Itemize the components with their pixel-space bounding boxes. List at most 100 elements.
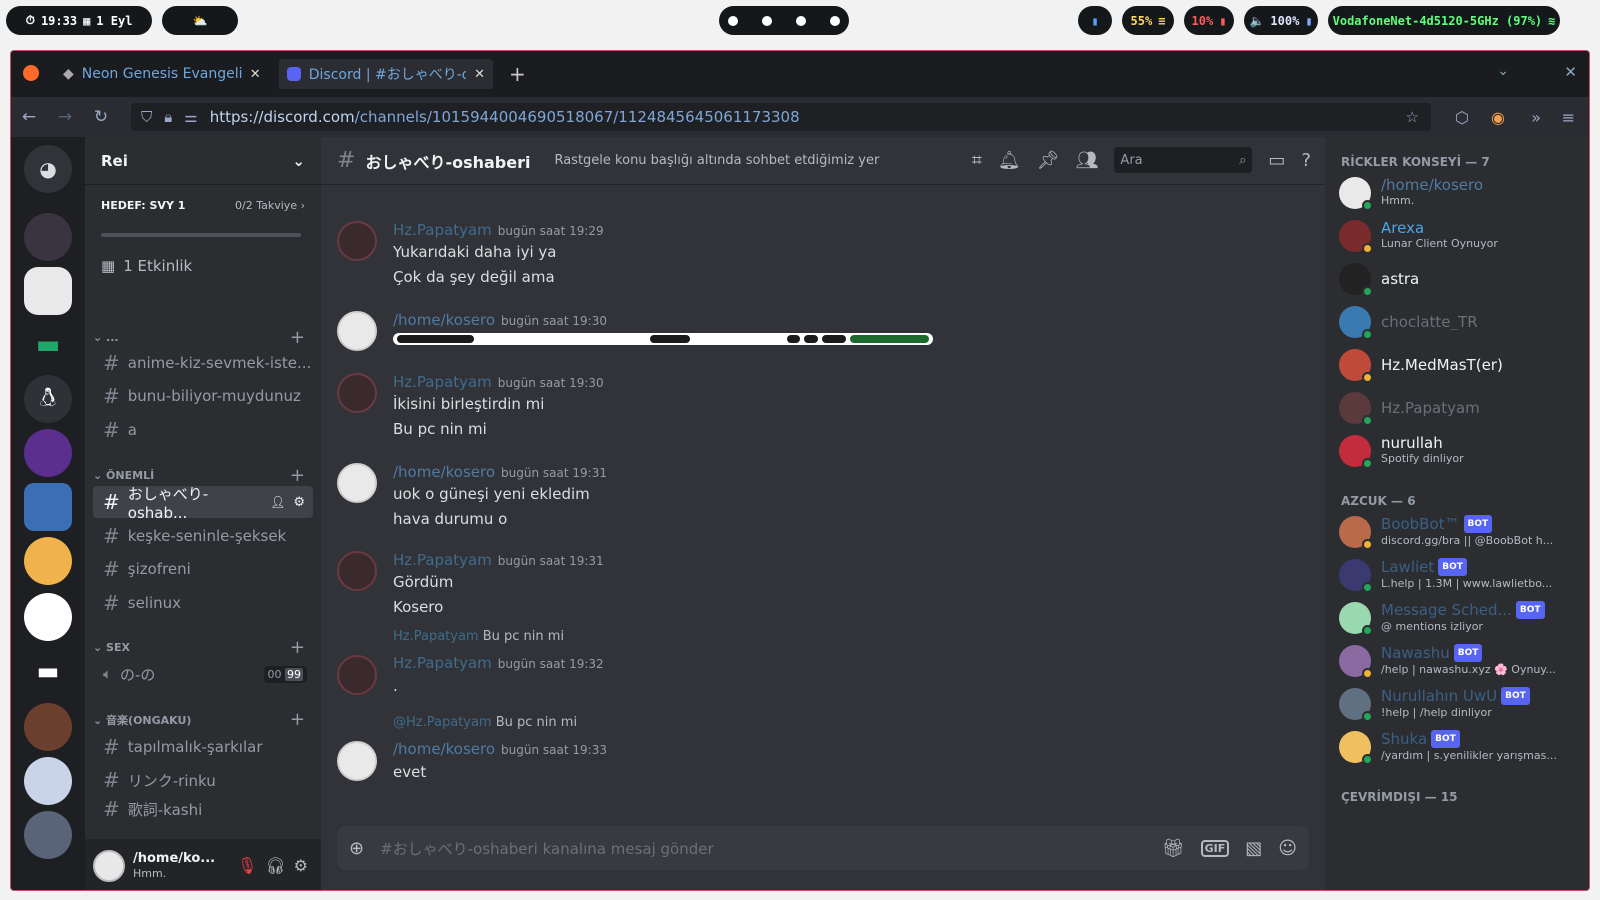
message-author[interactable]: Hz.Papatyam: [393, 654, 492, 672]
help-icon[interactable]: ?: [1301, 150, 1311, 171]
bookmark-star-icon[interactable]: ☆: [1406, 108, 1419, 126]
message-author[interactable]: /home/kosero: [393, 311, 495, 329]
server-rainbow-icon[interactable]: [24, 537, 72, 585]
forward-arrow-icon[interactable]: →: [47, 107, 83, 127]
mute-mic-icon[interactable]: 🎙︎: [237, 856, 257, 875]
discord-home-icon[interactable]: ◕: [24, 145, 72, 193]
category-sex[interactable]: ⌄ SEX +: [93, 637, 305, 658]
server-purple-icon[interactable]: [24, 429, 72, 477]
new-tab-plus-icon[interactable]: +: [509, 62, 526, 86]
screenshot-attachment[interactable]: [393, 333, 933, 345]
bell-icon[interactable]: 🔔︎: [998, 150, 1021, 171]
workspace-dot[interactable]: [830, 15, 840, 26]
server-q-icon[interactable]: [24, 593, 72, 641]
extensions-icon[interactable]: ⬡: [1455, 108, 1469, 127]
reply-preview[interactable]: Hz.Papatyam Bu pc nin mi: [393, 629, 564, 644]
channel-rinku[interactable]: # リンク-rinku: [93, 764, 313, 796]
member-item[interactable]: Hz.MedMasT(er): [1339, 345, 1579, 385]
gif-button[interactable]: GIF: [1200, 839, 1230, 857]
message[interactable]: Hz.Papatyam bugün saat 19:30 İkisini birl…: [337, 373, 1297, 443]
channel-selinux[interactable]: # selinux: [93, 587, 313, 619]
channel-sizofreni[interactable]: # şizofreni: [93, 553, 313, 585]
server-dark-anime-icon[interactable]: [24, 811, 72, 859]
chevron-down-icon[interactable]: ⌄: [292, 152, 305, 170]
search-input[interactable]: Ara ⌕: [1114, 147, 1253, 173]
add-channel-plus-icon[interactable]: +: [290, 327, 305, 348]
message-author[interactable]: /home/kosero: [393, 463, 495, 481]
message[interactable]: Hz.Papatyam bugün saat 19:31 Gördüm Koser…: [337, 551, 1297, 621]
member-item[interactable]: Nurullahın UwU BOT !help | /help dinliyor: [1339, 684, 1579, 724]
workspace-dot[interactable]: [728, 15, 738, 26]
avatar[interactable]: [1339, 349, 1373, 383]
category-dots[interactable]: ⌄ ... +: [93, 327, 305, 348]
hamburger-menu-icon[interactable]: ≡: [1562, 108, 1575, 127]
avatar[interactable]: [1339, 731, 1373, 765]
member-item[interactable]: BoobBot™ BOT discord.gg/bra || @BoobBot h.…: [1339, 512, 1579, 552]
server-linux-penguin-icon[interactable]: 🐧︎: [24, 375, 72, 423]
avatar[interactable]: [1339, 220, 1373, 254]
avatar[interactable]: [337, 551, 377, 591]
member-item[interactable]: /home/kosero Hmm.: [1339, 173, 1579, 213]
add-channel-plus-icon[interactable]: +: [290, 709, 305, 730]
gear-icon[interactable]: ⚙: [293, 495, 305, 510]
member-item[interactable]: Message Sched... BOT @ mentions izliyor: [1339, 598, 1579, 638]
avatar[interactable]: [337, 221, 377, 261]
avatar[interactable]: [1339, 645, 1373, 679]
add-attachment-plus-icon[interactable]: ⊕: [349, 838, 364, 859]
avatar[interactable]: [93, 849, 125, 882]
server-anime-girl-icon[interactable]: [24, 757, 72, 805]
channel-topic[interactable]: Rastgele konu başlığı altında sohbet etd…: [554, 153, 879, 168]
member-list-icon[interactable]: 👥︎: [1076, 150, 1099, 171]
avatar[interactable]: [1339, 177, 1373, 211]
server-anime-icon[interactable]: [24, 213, 72, 261]
avatar[interactable]: [1339, 435, 1373, 469]
channel-anime-kiz[interactable]: # anime-kiz-sevmek-iste...: [93, 347, 313, 379]
avatar[interactable]: [337, 741, 377, 781]
add-channel-plus-icon[interactable]: +: [290, 465, 305, 486]
avatar[interactable]: [1339, 559, 1373, 593]
member-item[interactable]: Hz.Papatyam: [1339, 388, 1579, 428]
message-author[interactable]: Hz.Papatyam: [393, 221, 492, 239]
message[interactable]: Hz.Papatyam bugün saat 19:29 Yukarıdaki d…: [337, 221, 1297, 291]
member-item[interactable]: Arexa Lunar Client Oynuyor: [1339, 216, 1579, 256]
avatar[interactable]: [337, 373, 377, 413]
server-avatar-icon[interactable]: [24, 703, 72, 751]
back-arrow-icon[interactable]: ←: [11, 107, 47, 127]
volume-pill[interactable]: 🔈 100% ▮: [1244, 6, 1318, 35]
tab-evangelion[interactable]: ◆ Neon Genesis Evangelion ✕: [55, 59, 269, 89]
reply-preview[interactable]: @Hz.Papatyam Bu pc nin mi: [393, 715, 577, 730]
channel-keske[interactable]: # keşke-seninle-şeksek: [93, 520, 313, 552]
channel-bunu-biliyor[interactable]: # bunu-biliyor-muydunuz: [93, 380, 313, 412]
avatar[interactable]: [1339, 263, 1373, 297]
member-item[interactable]: Lawliet BOT L.help | 1.3M | www.lawlietbo.…: [1339, 555, 1579, 595]
shield-icon[interactable]: ⛉: [141, 108, 152, 126]
lock-icon[interactable]: 🔒︎: [164, 108, 172, 126]
overflow-chevrons-icon[interactable]: »: [1531, 108, 1541, 127]
channel-tapilmalik[interactable]: # tapılmalık-şarkılar: [93, 731, 313, 763]
url-bar[interactable]: ⛉ 🔒︎ ⚌ https://discord.com/channels/1015…: [131, 103, 1431, 131]
workspace-dot[interactable]: [762, 15, 772, 26]
avatar[interactable]: [337, 463, 377, 503]
clock-pill[interactable]: ⏱ 19:33 ▦ 1 Eyl: [6, 6, 152, 35]
category-ongaku[interactable]: ⌄ 音楽(ONGAKU) +: [93, 709, 305, 730]
threads-icon[interactable]: ⌗: [972, 150, 982, 171]
voice-channel-nono[interactable]: 🔈︎ の-の 00 99: [93, 658, 313, 690]
events-link[interactable]: ▦ 1 Etkinlik: [101, 257, 192, 275]
weather-pill[interactable]: ⛅: [162, 6, 238, 35]
battery-pill[interactable]: 10% ▮: [1184, 6, 1234, 35]
wifi-pill[interactable]: VodafoneNet-4d5120-5GHz (97%) ≋: [1328, 6, 1560, 35]
boost-goal[interactable]: HEDEF: SVY 1 0/2 Takviye ›: [101, 199, 305, 212]
member-item[interactable]: astra: [1339, 259, 1579, 299]
member-item[interactable]: Shuka BOT/yardım | s.yenilikler yarışmas.…: [1339, 727, 1579, 767]
close-tab-icon[interactable]: ✕: [474, 67, 485, 82]
close-tab-icon[interactable]: ✕: [250, 67, 261, 82]
close-window-icon[interactable]: ✕: [1564, 63, 1577, 81]
tab-discord[interactable]: Discord | #おしゃべり-os ✕: [279, 59, 493, 89]
server-monitor-icon[interactable]: [24, 483, 72, 531]
avatar[interactable]: [1339, 602, 1373, 636]
server-folder-icon[interactable]: ▬: [24, 321, 72, 369]
brightness-pill[interactable]: 55% ≡: [1122, 6, 1174, 35]
headphones-icon[interactable]: 🎧︎: [265, 856, 285, 875]
permissions-icon[interactable]: ⚌: [184, 108, 197, 126]
message[interactable]: Hz.Papatyam Bu pc nin mi Hz.Papatyam bugü…: [337, 629, 1297, 697]
